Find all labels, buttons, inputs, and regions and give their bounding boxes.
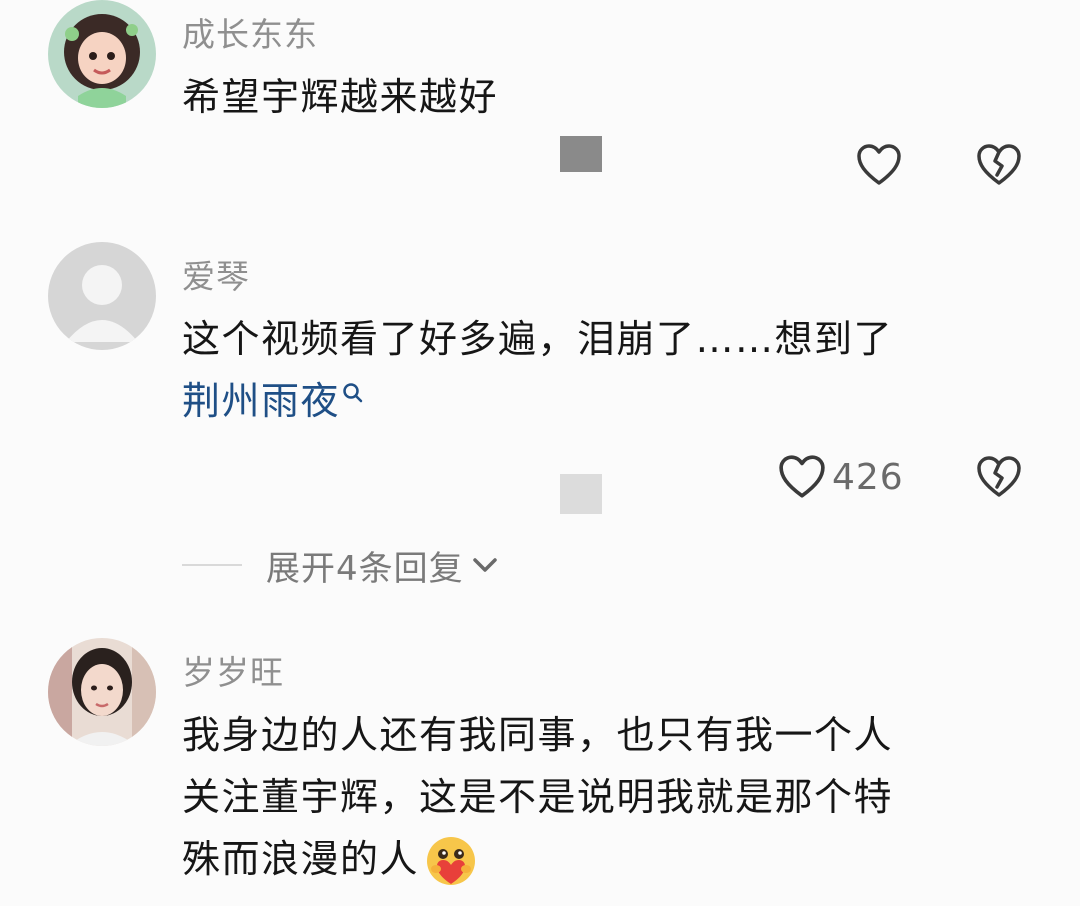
comment-line: 我身边的人还有我同事，也只有我一个人: [182, 713, 894, 757]
woman-photo-avatar: [48, 638, 156, 746]
comment-text: 我身边的人还有我同事，也只有我一个人 关注董宇辉，这是不是说明我就是那个特 殊而…: [182, 704, 893, 890]
comment-line: 殊而浪漫的人: [182, 828, 893, 890]
heart-hug-emoji-icon: [427, 836, 476, 885]
comment-line-text: 殊而浪漫的人: [182, 837, 420, 881]
username[interactable]: 岁岁旺: [182, 646, 284, 694]
comment-item: 岁岁旺 我身边的人还有我同事，也只有我一个人 关注董宇辉，这是不是说明我就是那个…: [0, 0, 1080, 906]
avatar[interactable]: [48, 638, 156, 746]
comment-line: 关注董宇辉，这是不是说明我就是那个特: [182, 775, 894, 819]
